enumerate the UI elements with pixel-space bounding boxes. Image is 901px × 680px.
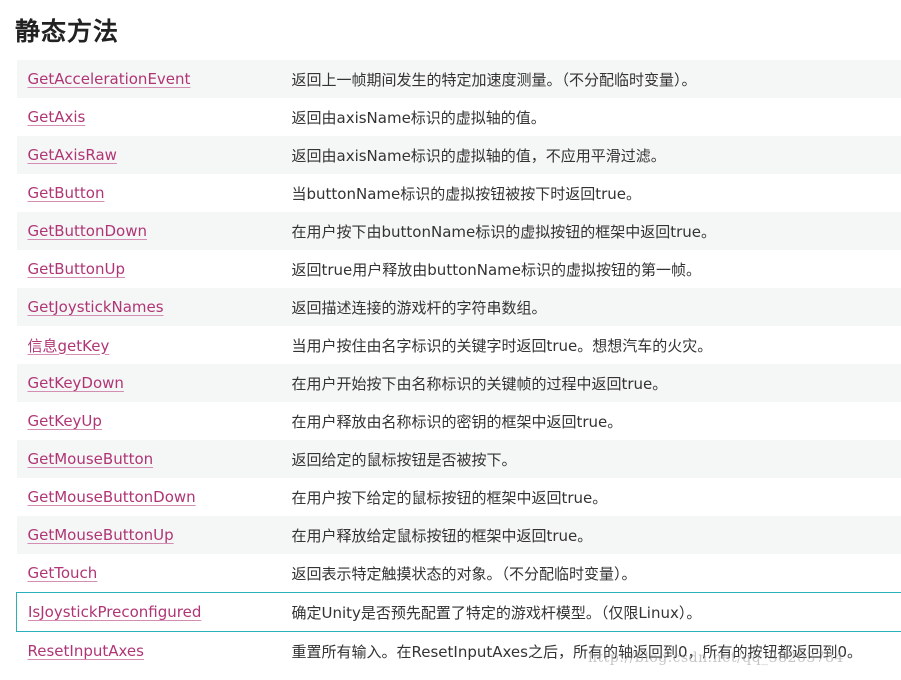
table-row: IsJoystickPreconfigured 确定Unity是否预先配置了特定的… — [16, 592, 901, 632]
method-description: 在用户开始按下由名称标识的关键帧的过程中返回true。 — [291, 364, 901, 402]
table-row: GetMouseButtonDown 在用户按下给定的鼠标按钮的框架中返回true… — [16, 478, 901, 516]
table-row: GetMouseButtonUp 在用户释放给定鼠标按钮的框架中返回true。 — [16, 516, 901, 554]
method-link[interactable]: GetMouseButtonDown — [28, 488, 196, 506]
method-name-cell: GetTouch — [16, 554, 292, 593]
method-name-cell: GetMouseButtonDown — [16, 478, 292, 516]
method-description: 当用户按住由名字标识的关键字时返回true。想想汽车的火灾。 — [291, 326, 901, 364]
table-row: GetAxisRaw 返回由axisName标识的虚拟轴的值，不应用平滑过滤。 — [16, 136, 901, 174]
table-row: GetButtonDown 在用户按下由buttonName标识的虚拟按钮的框架中… — [16, 212, 901, 250]
method-name-cell: 信息getKey — [16, 326, 292, 364]
method-link[interactable]: IsJoystickPreconfigured — [28, 603, 201, 621]
method-name-cell: GetButtonDown — [16, 212, 292, 250]
method-name-cell: GetAxisRaw — [16, 136, 292, 174]
table-row: ResetInputAxes 重置所有输入。在ResetInputAxes之后，所… — [16, 631, 901, 670]
method-description: 返回true用户释放由buttonName标识的虚拟按钮的第一帧。 — [291, 250, 901, 288]
method-link[interactable]: GetAxisRaw — [28, 146, 117, 164]
table-row: GetAccelerationEvent 返回上一帧期间发生的特定加速度测量。（不… — [16, 60, 901, 98]
method-name-cell: GetJoystickNames — [16, 288, 292, 326]
method-name-cell: GetButton — [16, 174, 292, 212]
method-link[interactable]: GetAccelerationEvent — [28, 70, 191, 88]
method-name-cell: GetButtonUp — [16, 250, 292, 288]
method-link[interactable]: GetKeyDown — [28, 374, 124, 392]
method-description: 在用户按下由buttonName标识的虚拟按钮的框架中返回true。 — [291, 212, 901, 250]
method-description: 返回由axisName标识的虚拟轴的值，不应用平滑过滤。 — [291, 136, 901, 174]
method-link[interactable]: GetButtonUp — [28, 260, 125, 278]
method-link[interactable]: GetMouseButton — [28, 450, 154, 468]
method-name-cell: GetAxis — [16, 98, 292, 136]
method-description: 返回表示特定触摸状态的对象。（不分配临时变量）。 — [291, 554, 901, 593]
method-name-cell: GetMouseButton — [16, 440, 292, 478]
method-name-cell: IsJoystickPreconfigured — [16, 592, 292, 632]
table-row: GetJoystickNames 返回描述连接的游戏杆的字符串数组。 — [16, 288, 901, 326]
method-description: 在用户释放给定鼠标按钮的框架中返回true。 — [291, 516, 901, 554]
method-link[interactable]: GetMouseButtonUp — [28, 526, 174, 544]
table-row: GetMouseButton 返回给定的鼠标按钮是否被按下。 — [16, 440, 901, 478]
method-link[interactable]: ResetInputAxes — [28, 642, 144, 660]
methods-table-body: GetAccelerationEvent 返回上一帧期间发生的特定加速度测量。（不… — [16, 60, 901, 670]
table-row: GetKeyDown 在用户开始按下由名称标识的关键帧的过程中返回true。 — [16, 364, 901, 402]
method-name-cell: GetAccelerationEvent — [16, 60, 292, 98]
method-link[interactable]: GetKeyUp — [28, 412, 102, 430]
table-row: GetButtonUp 返回true用户释放由buttonName标识的虚拟按钮的… — [16, 250, 901, 288]
method-name-cell: ResetInputAxes — [16, 631, 292, 670]
table-row: GetAxis 返回由axisName标识的虚拟轴的值。 — [16, 98, 901, 136]
table-row: GetKeyUp 在用户释放由名称标识的密钥的框架中返回true。 — [16, 402, 901, 440]
method-description: 在用户释放由名称标识的密钥的框架中返回true。 — [291, 402, 901, 440]
method-name-cell: GetKeyUp — [16, 402, 292, 440]
method-link[interactable]: GetButton — [28, 184, 105, 202]
method-description: 在用户按下给定的鼠标按钮的框架中返回true。 — [291, 478, 901, 516]
page-title: 静态方法 — [15, 17, 120, 46]
table-row: 信息getKey 当用户按住由名字标识的关键字时返回true。想想汽车的火灾。 — [16, 326, 901, 364]
method-description: 返回上一帧期间发生的特定加速度测量。（不分配临时变量）。 — [291, 60, 901, 98]
table-row: GetButton 当buttonName标识的虚拟按钮被按下时返回true。 — [16, 174, 901, 212]
static-methods-table: GetAccelerationEvent 返回上一帧期间发生的特定加速度测量。（不… — [16, 60, 901, 670]
method-description: 重置所有输入。在ResetInputAxes之后，所有的轴返回到0，所有的按钮都… — [291, 631, 901, 670]
table-row: GetTouch 返回表示特定触摸状态的对象。（不分配临时变量）。 — [16, 554, 901, 593]
method-name-cell: GetMouseButtonUp — [16, 516, 292, 554]
method-description: 当buttonName标识的虚拟按钮被按下时返回true。 — [291, 174, 901, 212]
method-description: 返回描述连接的游戏杆的字符串数组。 — [291, 288, 901, 326]
method-link[interactable]: GetJoystickNames — [28, 298, 164, 316]
method-link[interactable]: GetTouch — [28, 564, 98, 582]
method-link[interactable]: GetAxis — [28, 108, 86, 126]
method-description: 返回给定的鼠标按钮是否被按下。 — [291, 440, 901, 478]
method-link[interactable]: GetButtonDown — [28, 222, 147, 240]
method-name-cell: GetKeyDown — [16, 364, 292, 402]
method-description: 返回由axisName标识的虚拟轴的值。 — [291, 98, 901, 136]
method-description: 确定Unity是否预先配置了特定的游戏杆模型。（仅限Linux）。 — [291, 592, 901, 632]
method-link[interactable]: 信息getKey — [28, 337, 110, 355]
